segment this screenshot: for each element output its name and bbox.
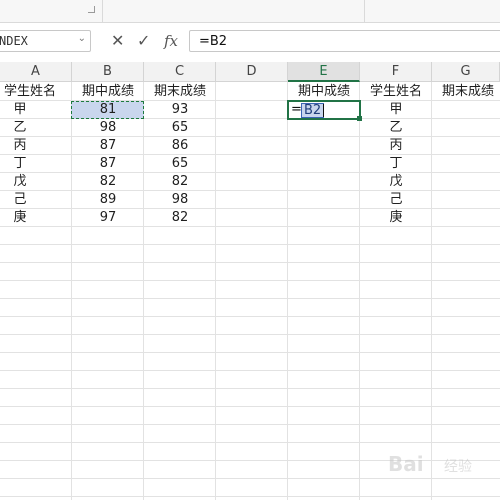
grid-line: [287, 82, 288, 500]
grid-line: [0, 370, 500, 371]
column-header-c[interactable]: C: [144, 62, 216, 82]
grid-line: [0, 244, 500, 245]
cancel-icon[interactable]: ✕: [111, 31, 124, 50]
cell-c5[interactable]: 65: [144, 155, 216, 173]
cell-b4[interactable]: 87: [72, 137, 144, 155]
grid-line: [0, 496, 500, 497]
grid-line: [0, 262, 500, 263]
column-header-a[interactable]: A: [0, 62, 72, 82]
cell-c7[interactable]: 98: [144, 191, 216, 209]
grid-line: [0, 334, 500, 335]
cell-c1[interactable]: 期末成绩: [144, 83, 216, 101]
watermark-brand: Bai: [388, 452, 424, 476]
formula-text: =B2: [199, 34, 228, 49]
name-box[interactable]: NDEX ⌄: [0, 30, 91, 52]
active-cell-e2[interactable]: = B2: [287, 100, 361, 120]
cell-b5[interactable]: 87: [72, 155, 144, 173]
column-header-f[interactable]: F: [360, 62, 432, 82]
cell-b6[interactable]: 82: [72, 173, 144, 191]
cell-f8[interactable]: 庚: [360, 209, 432, 227]
cell-a8[interactable]: 庚: [0, 209, 40, 227]
cell-c6[interactable]: 82: [144, 173, 216, 191]
grid-line: [0, 442, 500, 443]
text-caret: [323, 104, 324, 117]
baidu-watermark-logo: Bai 经验: [388, 452, 498, 484]
cell-b3[interactable]: 98: [72, 119, 144, 137]
cell-a1[interactable]: 学生姓名: [0, 83, 72, 101]
cell-a6[interactable]: 戊: [0, 173, 40, 191]
cell-c4[interactable]: 86: [144, 137, 216, 155]
cell-f7[interactable]: 己: [360, 191, 432, 209]
cell-c8[interactable]: 82: [144, 209, 216, 227]
cell-a3[interactable]: 乙: [0, 119, 40, 137]
cell-formula-reference: B2: [301, 103, 325, 118]
grid-line: [0, 280, 500, 281]
ribbon-separator: [364, 0, 365, 22]
cell-b1[interactable]: 期中成绩: [72, 83, 144, 101]
formula-bar: NDEX ⌄ ✕ ✓ fx =B2: [0, 28, 500, 56]
cell-a4[interactable]: 丙: [0, 137, 40, 155]
cell-b7[interactable]: 89: [72, 191, 144, 209]
cell-f4[interactable]: 丙: [360, 137, 432, 155]
cell-f2[interactable]: 甲: [360, 101, 432, 119]
cell-f3[interactable]: 乙: [360, 119, 432, 137]
cell-f5[interactable]: 丁: [360, 155, 432, 173]
fill-handle[interactable]: [357, 116, 362, 121]
grid-line: [0, 406, 500, 407]
column-header-e[interactable]: E: [288, 62, 360, 82]
watermark-suffix: 经验: [444, 459, 472, 475]
ribbon-group-corner-icon[interactable]: [88, 6, 95, 13]
cell-a2[interactable]: 甲: [0, 101, 40, 119]
ribbon-separator: [102, 0, 103, 22]
grid-line: [0, 316, 500, 317]
cell-g1[interactable]: 期末成绩: [432, 83, 500, 101]
cell-e1[interactable]: 期中成绩: [288, 83, 360, 101]
cell-f1[interactable]: 学生姓名: [360, 83, 432, 101]
cell-f6[interactable]: 戊: [360, 173, 432, 191]
column-header-b[interactable]: B: [72, 62, 144, 82]
cell-a7[interactable]: 己: [0, 191, 40, 209]
ribbon-strip: [0, 0, 500, 23]
cell-b8[interactable]: 97: [72, 209, 144, 227]
grid-line: [0, 352, 500, 353]
grid-line: [0, 298, 500, 299]
insert-function-icon[interactable]: fx: [164, 32, 178, 50]
chevron-down-icon[interactable]: ⌄: [78, 33, 86, 44]
cell-c3[interactable]: 65: [144, 119, 216, 137]
cell-c2[interactable]: 93: [144, 101, 216, 119]
cell-a5[interactable]: 丁: [0, 155, 40, 173]
cell-b2[interactable]: 81: [72, 101, 144, 119]
name-box-value: NDEX: [0, 34, 28, 48]
formula-input[interactable]: =B2: [189, 30, 500, 52]
check-icon[interactable]: ✓: [137, 31, 150, 50]
grid-line: [0, 424, 500, 425]
column-header-d[interactable]: D: [216, 62, 288, 82]
grid-line: [0, 388, 500, 389]
column-header-g[interactable]: G: [432, 62, 500, 82]
